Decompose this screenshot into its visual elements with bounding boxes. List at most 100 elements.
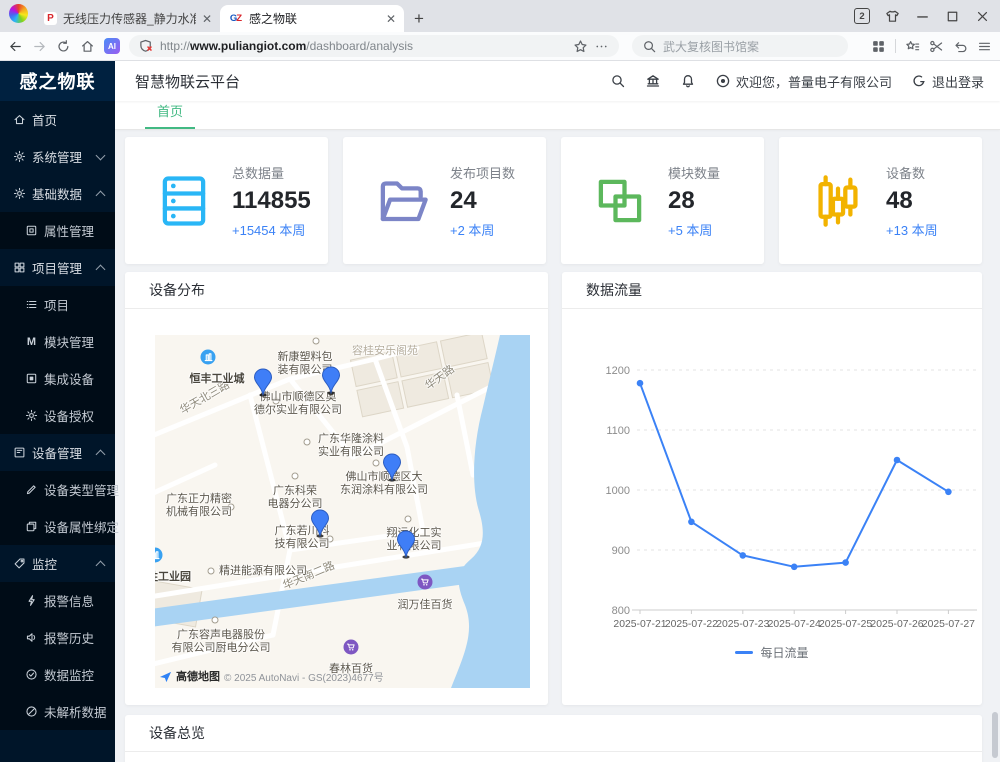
sidebar-item-2[interactable]: 基础数据 [0,175,115,212]
chart-legend[interactable]: 每日流量 [562,644,982,661]
sidebar-item-0[interactable]: 首页 [0,101,115,138]
back-icon[interactable] [8,39,23,54]
sidebar-item-8[interactable]: 设备授权 [0,397,115,434]
url-scheme: http:// [160,39,190,53]
sidebar-item-6[interactable]: M模块管理 [0,323,115,360]
logout-label: 退出登录 [932,72,984,91]
sidebar-item-16[interactable]: 未解析数据 [0,693,115,730]
close-icon[interactable] [975,9,990,24]
svg-text:1200: 1200 [606,365,630,377]
close-icon[interactable]: ✕ [202,12,212,26]
svg-text:900: 900 [612,545,630,557]
map-pin-icon[interactable] [396,530,417,559]
sidebar-item-14[interactable]: 报警历史 [0,619,115,656]
tab-home[interactable]: 首页 [145,101,195,129]
list-icon [25,298,38,311]
map-pin-icon[interactable] [382,453,403,482]
browser-tab-active[interactable]: GZ 感之物联 ✕ [220,5,404,32]
map[interactable]: 新康塑料包装有限公司容桂安乐阁苑恒丰工业城佛山市顺德区奥德尔实业有限公司广东华隆… [155,335,530,688]
sidebar-item-13[interactable]: 报警信息 [0,582,115,619]
chevron-up-icon [96,560,106,570]
sidebar-item-label: 监控 [32,554,57,573]
maximize-icon[interactable] [945,9,960,24]
stat-card-2: 模块数量28+5 本周 [561,137,764,264]
map-place-label: 广东科荣电器分公司 [268,485,323,511]
sidebar-item-label: 设备授权 [44,406,94,425]
sidebar-item-10[interactable]: 设备类型管理 [0,471,115,508]
sidebar-item-label: 模块管理 [44,332,94,351]
stats-row: 总数据量114855+15454 本周发布项目数24+2 本周模块数量28+5 … [125,137,982,264]
forward-icon[interactable] [32,39,47,54]
attr-icon [25,224,38,237]
sidebar-item-9[interactable]: 设备管理 [0,434,115,471]
bookmark-star-icon[interactable] [573,39,588,54]
address-bar[interactable]: http://www.puliangiot.com/dashboard/anal… [129,35,619,57]
map-poi-dot [405,516,412,523]
sidebar: 感之物联 首页系统管理基础数据属性管理项目管理项目M模块管理集成设备设备授权设备… [0,61,115,762]
map-pin-icon[interactable] [321,366,342,395]
candles-icon [811,174,865,228]
sidebar-item-15[interactable]: 数据监控 [0,656,115,693]
bell-icon[interactable] [680,73,696,89]
bank-icon[interactable] [645,73,661,89]
window-count-badge[interactable]: 2 [854,8,870,24]
browser-search-box[interactable]: 武大复核图书馆案 [632,35,848,57]
scrollbar-thumb[interactable] [992,712,998,758]
minimize-icon[interactable] [915,9,930,24]
ai-assistant-icon[interactable]: AI [104,38,120,54]
favorites-icon[interactable] [905,39,920,54]
home-icon[interactable] [80,39,95,54]
map-poi-dot [373,460,380,467]
amap-logo-text: 高德地图 [176,668,220,684]
grid-icon [13,261,26,274]
logout-button[interactable]: 退出登录 [911,72,984,91]
tab-title: 无线压力传感器_静力水准仪_ [63,10,196,27]
stat-delta: +5 本周 [668,220,720,239]
sidebar-item-label: 集成设备 [44,369,94,388]
screenshot-scissors-icon[interactable] [929,39,944,54]
device-overview-panel: 设备总览 [125,715,982,762]
sidebar-item-1[interactable]: 系统管理 [0,138,115,175]
browser-logo-icon[interactable] [9,4,28,23]
data-flow-panel: 数据流量 8009001000110012002025-07-212025-07… [562,272,982,705]
apps-grid-icon[interactable] [871,39,886,54]
chevron-down-icon [96,150,106,160]
stat-value: 28 [668,189,720,213]
svg-text:1000: 1000 [606,485,630,497]
slash-circle-icon [25,705,38,718]
map-pin-icon[interactable] [253,368,274,397]
sidebar-item-label: 首页 [32,110,57,129]
theme-shirt-icon[interactable] [885,9,900,24]
welcome-user[interactable]: 欢迎您，普量电子有限公司 [715,72,892,91]
close-icon[interactable]: ✕ [386,12,396,26]
sidebar-item-11[interactable]: 设备属性绑定 [0,508,115,545]
sidebar-item-12[interactable]: 监控 [0,545,115,582]
new-tab-button[interactable]: + [404,9,434,32]
more-dots-icon[interactable] [594,39,609,54]
reload-icon[interactable] [56,39,71,54]
favicon-letter: Z [236,13,241,24]
svg-text:2025-07-26: 2025-07-26 [870,619,923,630]
stat-value: 24 [450,189,515,213]
undo-icon[interactable] [953,39,968,54]
browser-tab-inactive[interactable]: P 无线压力传感器_静力水准仪_ ✕ [36,5,220,32]
map-poi-dot [313,338,320,345]
header-actions: 欢迎您，普量电子有限公司 退出登录 [610,72,984,91]
sidebar-item-4[interactable]: 项目管理 [0,249,115,286]
bolt-icon [25,594,38,607]
svg-text:800: 800 [612,605,630,617]
map-place-label: 精进能源有限公司 [219,565,307,578]
sidebar-item-7[interactable]: 集成设备 [0,360,115,397]
map-poi-dot [304,439,311,446]
menu-icon[interactable] [977,39,992,54]
map-copyright: © 2025 AutoNavi - GS(2023)4677号 [224,669,384,684]
search-icon[interactable] [610,73,626,89]
map-place-label: 润万佳百货 [398,599,453,612]
stat-info: 总数据量114855+15454 本周 [232,163,311,239]
sidebar-item-3[interactable]: 属性管理 [0,212,115,249]
sidebar-item-label: 设备管理 [32,443,82,462]
shield-insecure-icon[interactable] [139,39,154,54]
gear-icon [13,150,26,163]
map-pin-icon[interactable] [310,509,331,538]
sidebar-item-5[interactable]: 项目 [0,286,115,323]
